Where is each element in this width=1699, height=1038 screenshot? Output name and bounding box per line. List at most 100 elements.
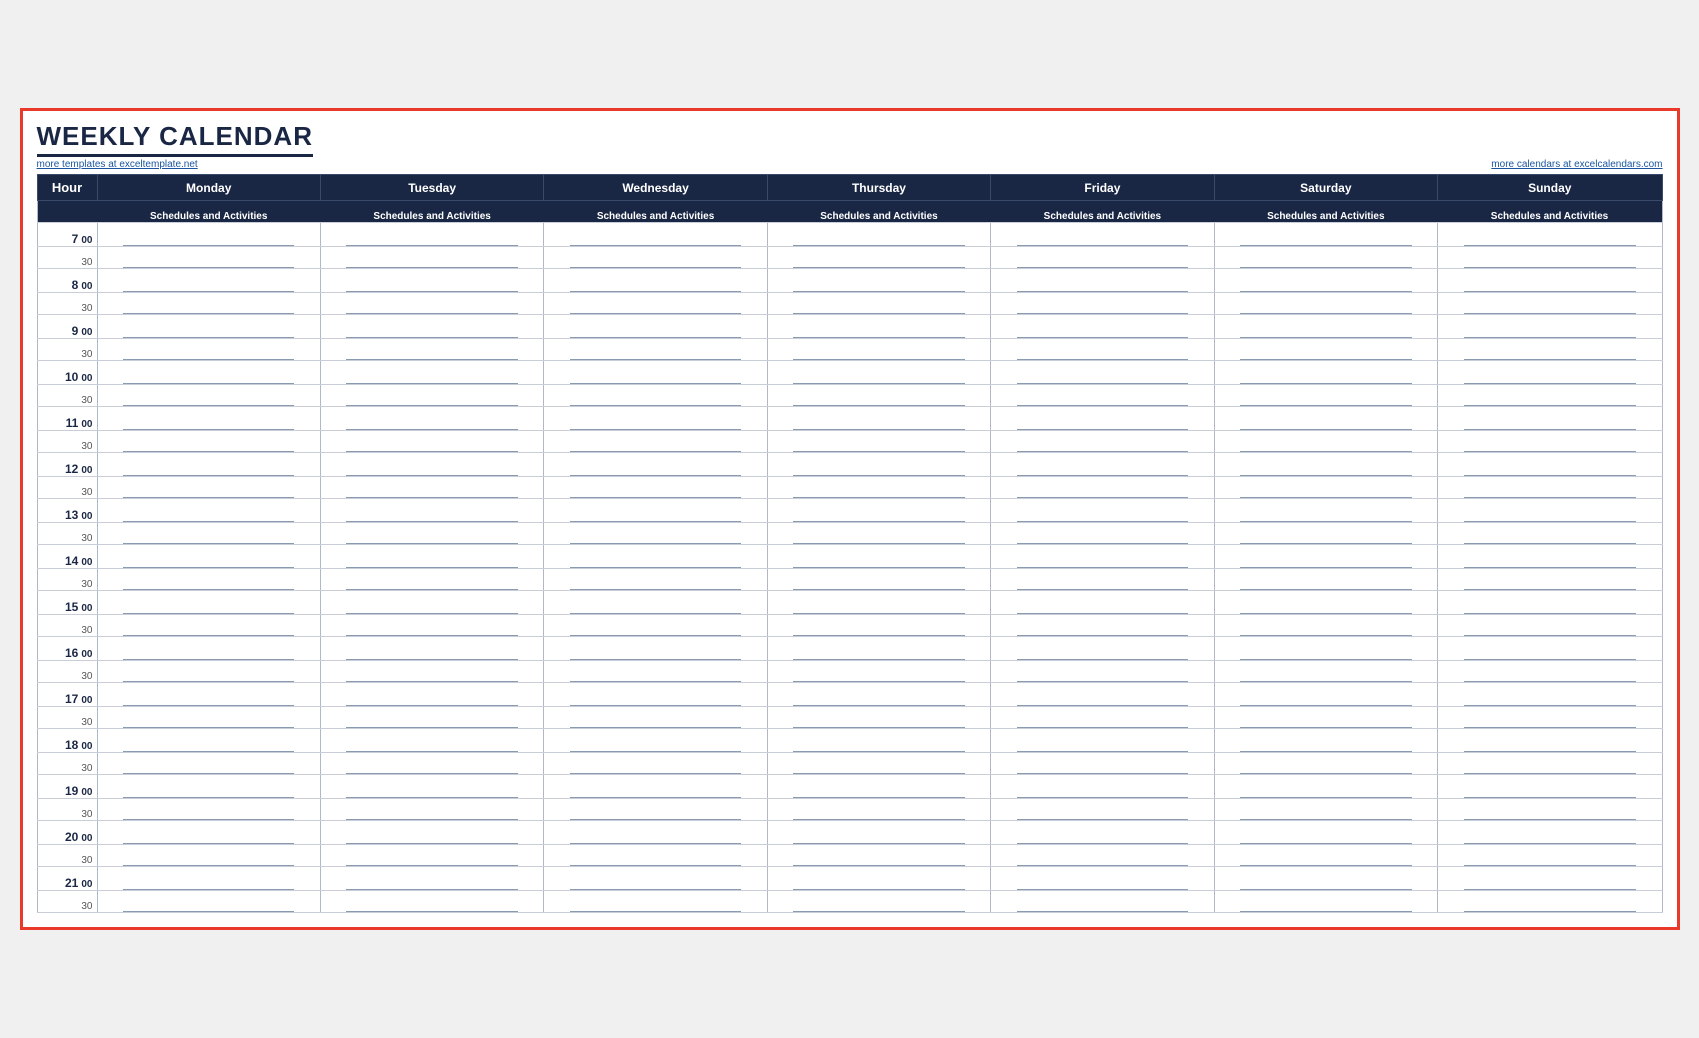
schedule-cell[interactable] — [1438, 845, 1662, 867]
schedule-cell[interactable] — [320, 845, 543, 867]
schedule-cell[interactable] — [1214, 845, 1437, 867]
link-right[interactable]: more calendars at excelcalendars.com — [1491, 159, 1662, 170]
schedule-cell[interactable] — [544, 339, 767, 361]
schedule-cell[interactable] — [991, 339, 1214, 361]
schedule-cell[interactable] — [544, 591, 767, 615]
schedule-cell[interactable] — [1438, 707, 1662, 729]
schedule-cell[interactable] — [767, 523, 990, 545]
schedule-cell[interactable] — [1438, 891, 1662, 913]
schedule-cell[interactable] — [320, 499, 543, 523]
schedule-cell[interactable] — [1438, 385, 1662, 407]
schedule-cell[interactable] — [97, 385, 320, 407]
schedule-cell[interactable] — [991, 821, 1214, 845]
schedule-cell[interactable] — [97, 545, 320, 569]
schedule-cell[interactable] — [1214, 569, 1437, 591]
schedule-cell[interactable] — [320, 799, 543, 821]
schedule-cell[interactable] — [991, 315, 1214, 339]
schedule-cell[interactable] — [1214, 339, 1437, 361]
schedule-cell[interactable] — [544, 821, 767, 845]
schedule-cell[interactable] — [1214, 867, 1437, 891]
schedule-cell[interactable] — [1438, 477, 1662, 499]
schedule-cell[interactable] — [767, 591, 990, 615]
schedule-cell[interactable] — [544, 661, 767, 683]
schedule-cell[interactable] — [320, 407, 543, 431]
schedule-cell[interactable] — [1214, 453, 1437, 477]
schedule-cell[interactable] — [991, 845, 1214, 867]
schedule-cell[interactable] — [1438, 407, 1662, 431]
schedule-cell[interactable] — [97, 293, 320, 315]
schedule-cell[interactable] — [544, 407, 767, 431]
schedule-cell[interactable] — [320, 683, 543, 707]
schedule-cell[interactable] — [97, 569, 320, 591]
schedule-cell[interactable] — [544, 499, 767, 523]
schedule-cell[interactable] — [544, 683, 767, 707]
schedule-cell[interactable] — [97, 637, 320, 661]
schedule-cell[interactable] — [991, 223, 1214, 247]
schedule-cell[interactable] — [544, 615, 767, 637]
schedule-cell[interactable] — [97, 729, 320, 753]
schedule-cell[interactable] — [320, 431, 543, 453]
schedule-cell[interactable] — [1438, 753, 1662, 775]
schedule-cell[interactable] — [544, 569, 767, 591]
schedule-cell[interactable] — [544, 867, 767, 891]
schedule-cell[interactable] — [1438, 247, 1662, 269]
schedule-cell[interactable] — [1438, 269, 1662, 293]
schedule-cell[interactable] — [767, 361, 990, 385]
schedule-cell[interactable] — [1214, 315, 1437, 339]
schedule-cell[interactable] — [97, 591, 320, 615]
schedule-cell[interactable] — [767, 247, 990, 269]
schedule-cell[interactable] — [991, 431, 1214, 453]
schedule-cell[interactable] — [767, 867, 990, 891]
schedule-cell[interactable] — [1214, 247, 1437, 269]
schedule-cell[interactable] — [767, 661, 990, 683]
schedule-cell[interactable] — [544, 477, 767, 499]
schedule-cell[interactable] — [320, 477, 543, 499]
schedule-cell[interactable] — [767, 431, 990, 453]
schedule-cell[interactable] — [97, 247, 320, 269]
schedule-cell[interactable] — [1438, 591, 1662, 615]
schedule-cell[interactable] — [767, 339, 990, 361]
schedule-cell[interactable] — [767, 407, 990, 431]
schedule-cell[interactable] — [320, 867, 543, 891]
schedule-cell[interactable] — [97, 615, 320, 637]
schedule-cell[interactable] — [97, 845, 320, 867]
schedule-cell[interactable] — [1214, 615, 1437, 637]
schedule-cell[interactable] — [767, 499, 990, 523]
schedule-cell[interactable] — [320, 569, 543, 591]
schedule-cell[interactable] — [991, 569, 1214, 591]
schedule-cell[interactable] — [320, 223, 543, 247]
schedule-cell[interactable] — [1438, 431, 1662, 453]
schedule-cell[interactable] — [544, 845, 767, 867]
schedule-cell[interactable] — [991, 293, 1214, 315]
schedule-cell[interactable] — [1214, 729, 1437, 753]
schedule-cell[interactable] — [767, 315, 990, 339]
schedule-cell[interactable] — [1438, 661, 1662, 683]
schedule-cell[interactable] — [320, 545, 543, 569]
schedule-cell[interactable] — [320, 293, 543, 315]
schedule-cell[interactable] — [1438, 315, 1662, 339]
schedule-cell[interactable] — [767, 821, 990, 845]
schedule-cell[interactable] — [97, 361, 320, 385]
schedule-cell[interactable] — [544, 223, 767, 247]
schedule-cell[interactable] — [991, 707, 1214, 729]
schedule-cell[interactable] — [991, 523, 1214, 545]
schedule-cell[interactable] — [97, 315, 320, 339]
schedule-cell[interactable] — [1214, 407, 1437, 431]
schedule-cell[interactable] — [767, 269, 990, 293]
schedule-cell[interactable] — [97, 499, 320, 523]
schedule-cell[interactable] — [1438, 361, 1662, 385]
schedule-cell[interactable] — [1438, 339, 1662, 361]
schedule-cell[interactable] — [991, 799, 1214, 821]
schedule-cell[interactable] — [544, 799, 767, 821]
schedule-cell[interactable] — [544, 775, 767, 799]
schedule-cell[interactable] — [320, 821, 543, 845]
schedule-cell[interactable] — [767, 637, 990, 661]
schedule-cell[interactable] — [1438, 545, 1662, 569]
schedule-cell[interactable] — [320, 637, 543, 661]
schedule-cell[interactable] — [320, 707, 543, 729]
schedule-cell[interactable] — [544, 523, 767, 545]
schedule-cell[interactable] — [991, 615, 1214, 637]
schedule-cell[interactable] — [991, 385, 1214, 407]
schedule-cell[interactable] — [1438, 775, 1662, 799]
schedule-cell[interactable] — [97, 339, 320, 361]
